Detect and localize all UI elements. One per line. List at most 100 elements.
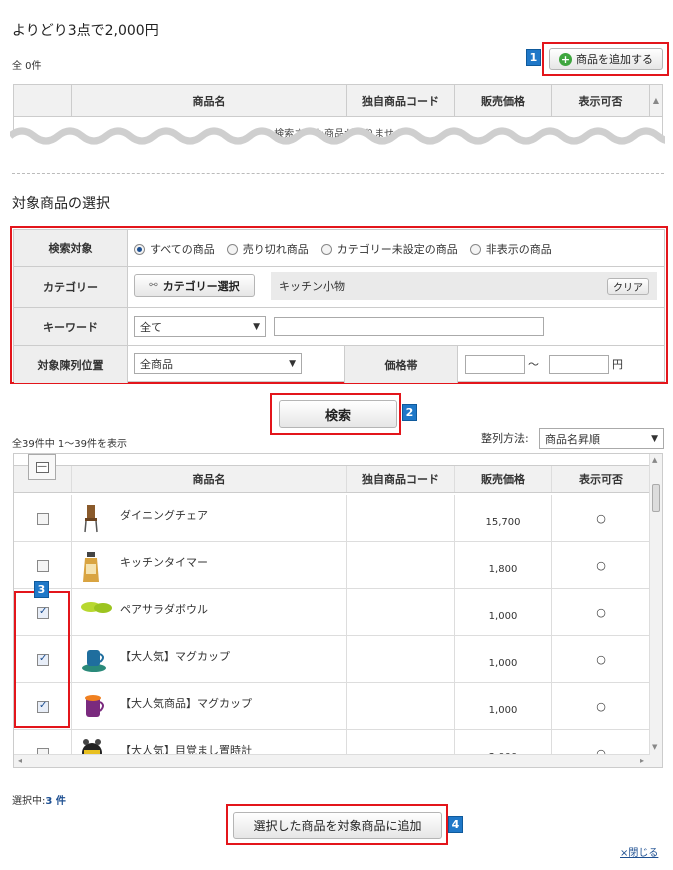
row-price: 1,000 — [454, 636, 551, 682]
minus-icon: — — [35, 460, 49, 473]
row-price: 1,000 — [454, 589, 551, 635]
position-value: 全商品 — [140, 357, 173, 371]
bowl-icon — [80, 597, 112, 620]
horizontal-scrollbar[interactable]: ◂ ▸ — [14, 754, 650, 767]
section-divider — [12, 173, 664, 174]
col-price: 販売価格 — [454, 466, 551, 492]
add-selected-button[interactable]: 選択した商品を対象商品に追加 — [233, 812, 442, 839]
radio-hidden-indicator[interactable] — [469, 243, 481, 255]
top-col-code: 独自商品コード — [346, 85, 454, 116]
price-to-input[interactable] — [549, 355, 609, 374]
add-product-button[interactable]: + 商品を追加する — [549, 48, 663, 70]
step-badge-1: 1 — [526, 49, 541, 66]
scroll-thumb[interactable] — [652, 484, 660, 512]
close-link[interactable]: ×閉じる — [620, 844, 658, 859]
table-row[interactable]: ペアサラダボウル 1,000○ — [14, 589, 650, 636]
top-col-price: 販売価格 — [454, 85, 551, 116]
row-checkbox[interactable] — [37, 560, 49, 572]
row-price: 15,700 — [454, 495, 551, 541]
row-display: ○ — [551, 683, 650, 729]
add-product-label: 商品を追加する — [576, 53, 653, 66]
top-count: 全 0件 — [12, 61, 42, 72]
category-value: キッチン小物 — [279, 280, 345, 293]
top-grid-header: 商品名 独自商品コード 販売価格 表示可否 ▲ — [13, 84, 663, 117]
row-checkbox[interactable] — [37, 513, 49, 525]
result-list-header: 商品名 独自商品コード 販売価格 表示可否 — [14, 465, 650, 493]
col-code: 独自商品コード — [346, 466, 454, 492]
chevron-down-icon: ▼ — [253, 321, 260, 332]
result-list[interactable]: 商品名 独自商品コード 販売価格 表示可否 — ダイニングチェア 15,700 ○ キ… — [13, 453, 663, 768]
torn-edge-wave — [10, 127, 665, 154]
radio-soldout-indicator[interactable] — [226, 243, 238, 255]
position-select[interactable]: 全商品 ▼ — [134, 353, 302, 374]
tree-icon: ⚯ — [149, 280, 158, 291]
radio-hidden[interactable]: 非表示の商品 — [469, 241, 552, 257]
category-value-box: キッチン小物 クリア — [271, 272, 657, 300]
row-category: カテゴリー ⚯ カテゴリー選択 キッチン小物 クリア — [14, 267, 664, 308]
step-badge-2: 2 — [402, 404, 417, 421]
result-summary: 全39件中 1～39件を表示 — [12, 439, 127, 450]
row-code — [346, 636, 454, 682]
radio-soldout[interactable]: 売り切れ商品 — [226, 241, 309, 257]
scroll-up-icon[interactable]: ▲ — [652, 456, 657, 464]
chevron-down-icon: ▼ — [289, 358, 296, 369]
category-select-button[interactable]: ⚯ カテゴリー選択 — [134, 274, 255, 297]
vertical-scrollbar[interactable]: ▲ ▼ — [649, 454, 662, 767]
clear-button[interactable]: クリア — [607, 278, 649, 295]
row-name: ダイニングチェア — [120, 509, 208, 522]
table-row[interactable]: ダイニングチェア 15,700 ○ — [14, 495, 650, 542]
radio-soldout-label: 売り切れ商品 — [242, 243, 309, 256]
col-name: 商品名 — [71, 466, 346, 492]
page-title: よりどり3点で2,000円 — [12, 23, 159, 39]
row-display: ○ — [551, 636, 650, 682]
scroll-right-icon[interactable]: ▸ — [640, 756, 644, 765]
category-label: カテゴリー — [14, 267, 128, 307]
table-row[interactable]: 【大人気】マグカップ 1,000○ — [14, 636, 650, 683]
price-tilde: ～ — [528, 358, 539, 371]
scroll-left-icon[interactable]: ◂ — [18, 756, 22, 765]
scroll-up-icon[interactable]: ▲ — [649, 85, 662, 116]
collapse-toggle[interactable]: — — [28, 454, 56, 480]
top-col-display: 表示可否 — [551, 85, 649, 116]
scroll-down-icon[interactable]: ▼ — [652, 743, 657, 751]
chair-icon — [80, 503, 110, 536]
row-code — [346, 589, 454, 635]
target-label: 検索対象 — [14, 230, 128, 266]
col-display: 表示可否 — [551, 466, 650, 492]
keyword-input[interactable] — [274, 317, 544, 336]
row-display: ○ — [551, 495, 650, 541]
position-label: 対象陳列位置 — [14, 346, 128, 383]
radio-uncategorized[interactable]: カテゴリー未設定の商品 — [320, 241, 458, 257]
selected-number: 3 件 — [45, 796, 66, 807]
selected-label: 選択中: — [12, 796, 46, 807]
highlight-box-3 — [14, 591, 70, 728]
table-row[interactable]: キッチンタイマー 1,800 ○ — [14, 542, 650, 589]
price-from-input[interactable] — [465, 355, 525, 374]
step-badge-3: 3 — [34, 581, 49, 598]
sort-value: 商品名昇順 — [545, 432, 600, 446]
row-name-cell: キッチンタイマー — [71, 542, 346, 588]
row-code — [346, 542, 454, 588]
search-button[interactable]: 検索 — [279, 400, 397, 428]
step-badge-4: 4 — [448, 816, 463, 833]
table-row[interactable]: 【大人気商品】マグカップ 1,000○ — [14, 683, 650, 730]
price-label: 価格帯 — [344, 346, 458, 383]
row-price: 1,800 — [454, 542, 551, 588]
row-name-cell: 【大人気商品】マグカップ — [71, 683, 346, 729]
radio-all[interactable]: すべての商品 — [134, 241, 215, 257]
target-radio-group: すべての商品 売り切れ商品 カテゴリー未設定の商品 非表示の商品 — [134, 241, 564, 257]
row-display: ○ — [551, 542, 650, 588]
row-display: ○ — [551, 589, 650, 635]
sort-select[interactable]: 商品名昇順 ▼ — [539, 428, 664, 449]
keyword-label: キーワード — [14, 308, 128, 345]
row-name: ペアサラダボウル — [120, 603, 208, 616]
top-col-name: 商品名 — [71, 85, 346, 116]
keyword-type-select[interactable]: 全て ▼ — [134, 316, 266, 337]
selected-count: 選択中:3 件 — [12, 792, 66, 807]
radio-all-indicator[interactable] — [134, 243, 145, 255]
row-target: 検索対象 すべての商品 売り切れ商品 カテゴリー未設定の商品 非表示の商品 — [14, 230, 664, 267]
radio-uncategorized-indicator[interactable] — [320, 243, 332, 255]
mug-icon — [80, 644, 110, 677]
plus-icon: + — [559, 52, 572, 66]
row-name-cell: ダイニングチェア — [71, 495, 346, 541]
